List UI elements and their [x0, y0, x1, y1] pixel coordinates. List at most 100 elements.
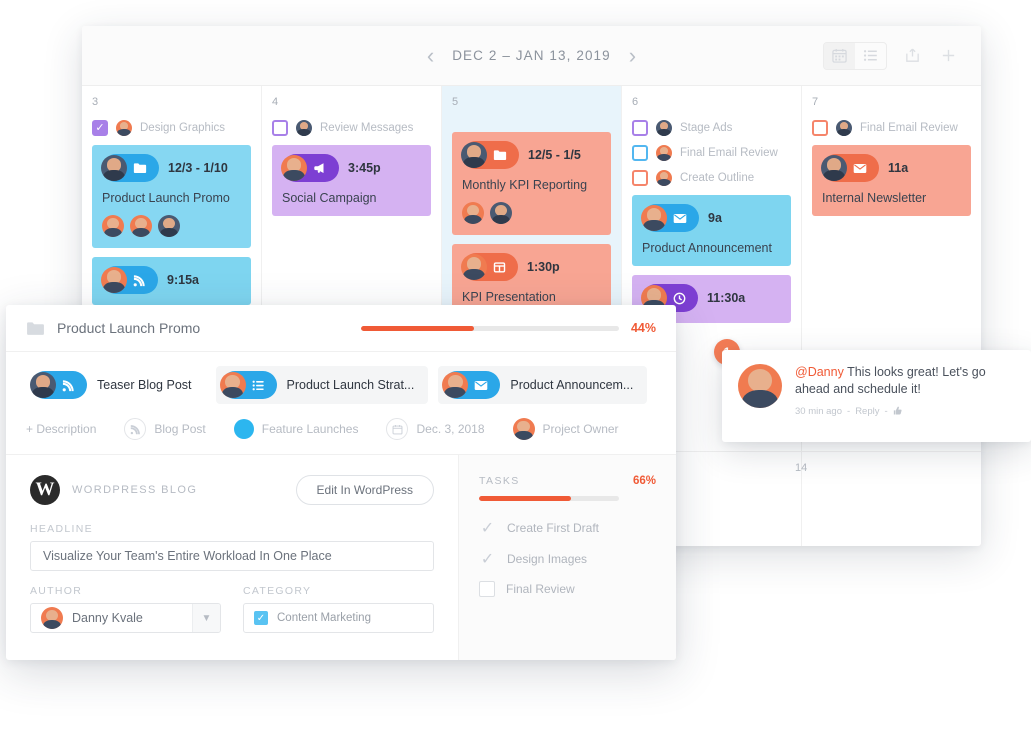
- day-number: 7: [812, 96, 819, 108]
- day-number: 3: [92, 96, 99, 108]
- subtask-chip[interactable]: Product Announcem...: [438, 366, 648, 404]
- avatar: [656, 120, 672, 136]
- plus-icon: [940, 47, 957, 64]
- task-item[interactable]: ✓ Create First Draft: [479, 519, 656, 537]
- check-icon[interactable]: ✓: [479, 550, 496, 568]
- author-select[interactable]: Danny Kvale ▼: [30, 603, 221, 633]
- share-button[interactable]: [901, 45, 923, 67]
- todo-checkbox[interactable]: [92, 120, 108, 136]
- comment-popup: @Danny This looks great! Let's go ahead …: [722, 350, 1031, 442]
- chip-label: Product Launch Strat...: [286, 378, 415, 392]
- chevron-down-icon[interactable]: ▼: [192, 604, 220, 632]
- todo-item[interactable]: Final Email Review: [812, 120, 971, 136]
- view-toggle-group: [823, 41, 887, 70]
- clock-icon: [673, 292, 686, 305]
- subtask-chip-row: Teaser Blog Post Product Launch Strat...: [6, 352, 676, 404]
- event-card[interactable]: 9:15a: [92, 257, 251, 305]
- detail-meta-row: + Description Blog Post Feature Launches…: [6, 404, 676, 454]
- meta-project-owner[interactable]: Project Owner: [512, 418, 619, 440]
- rss-icon: [133, 274, 146, 287]
- event-card[interactable]: 11a Internal Newsletter: [812, 145, 971, 216]
- day-number: 6: [632, 96, 639, 108]
- event-card[interactable]: 12/3 - 1/10 Product Launch Promo: [92, 145, 251, 248]
- add-description-button[interactable]: + Description: [26, 422, 96, 436]
- avatar: [738, 364, 782, 408]
- tasks-percent: 66%: [632, 475, 656, 487]
- headline-field: HEADLINE Visualize Your Team's Entire Wo…: [30, 523, 434, 571]
- list-icon: [863, 48, 878, 63]
- event-time: 9a: [708, 211, 722, 225]
- meta-separator: -: [884, 405, 888, 417]
- category-checkbox[interactable]: ✓: [254, 611, 268, 625]
- todo-item[interactable]: Review Messages: [272, 120, 431, 136]
- presentation-icon: [493, 261, 506, 274]
- avatar: [512, 418, 535, 440]
- share-icon: [904, 47, 921, 64]
- todo-item[interactable]: Design Graphics: [92, 120, 251, 136]
- chip-label: Teaser Blog Post: [97, 378, 192, 392]
- todo-label: Final Email Review: [680, 147, 778, 159]
- event-title: Product Launch Promo: [102, 191, 230, 205]
- thumbs-up-icon[interactable]: [893, 406, 903, 416]
- avatar: [116, 120, 132, 136]
- tasks-header: TASKS 66%: [479, 475, 656, 487]
- event-pill: [281, 154, 339, 182]
- calendar-view-button[interactable]: [824, 42, 855, 69]
- detail-body: W WORDPRESS BLOG Edit In WordPress HEADL…: [6, 454, 676, 660]
- event-header: 9:15a: [101, 266, 241, 294]
- avatar: [41, 607, 63, 629]
- task-item[interactable]: Final Review: [479, 581, 656, 597]
- subtask-chip[interactable]: Product Launch Strat...: [215, 366, 429, 404]
- todo-checkbox[interactable]: [272, 120, 288, 136]
- meta-feature-launches[interactable]: Feature Launches: [233, 419, 358, 439]
- event-avatars: [102, 215, 241, 237]
- check-icon[interactable]: ✓: [479, 519, 496, 537]
- subtask-chip[interactable]: Teaser Blog Post: [26, 366, 206, 404]
- chip-label: Product Announcem...: [510, 378, 634, 392]
- wordpress-label: WORDPRESS BLOG: [72, 484, 198, 496]
- progress-bar: [360, 325, 619, 331]
- meta-blog-post[interactable]: Blog Post: [124, 418, 206, 440]
- comment-mention[interactable]: @Danny: [795, 365, 844, 379]
- todo-checkbox[interactable]: [812, 120, 828, 136]
- todo-checkbox[interactable]: [632, 120, 648, 136]
- event-pill: [641, 204, 699, 232]
- event-card[interactable]: 12/5 - 1/5 Monthly KPI Reporting: [452, 132, 611, 235]
- add-button[interactable]: [937, 45, 959, 67]
- todo-item[interactable]: Stage Ads: [632, 120, 791, 136]
- event-card[interactable]: 9a Product Announcement: [632, 195, 791, 266]
- day-number: 4: [272, 96, 279, 108]
- category-input[interactable]: ✓ Content Marketing: [243, 603, 434, 633]
- avatar: [656, 145, 672, 161]
- todo-item[interactable]: Final Email Review: [632, 145, 791, 161]
- task-checkbox[interactable]: [479, 581, 495, 597]
- todo-label: Review Messages: [320, 122, 414, 134]
- detail-progress: 44%: [360, 321, 656, 335]
- day-column-7: 7 Final Email Review 11a Internal Newsle…: [802, 86, 981, 546]
- avatar: [130, 215, 152, 237]
- event-pill: [461, 253, 518, 281]
- todo-label: Stage Ads: [680, 122, 733, 134]
- calendar-toolbar: [823, 41, 959, 70]
- author-label: AUTHOR: [30, 585, 83, 597]
- chip-pill: [442, 371, 501, 399]
- comment-reply-link[interactable]: Reply: [855, 406, 879, 417]
- todo-item[interactable]: Create Outline: [632, 170, 791, 186]
- headline-input[interactable]: Visualize Your Team's Entire Workload In…: [30, 541, 434, 571]
- todo-checkbox[interactable]: [632, 145, 648, 161]
- event-time: 3:45p: [348, 161, 381, 175]
- edit-in-wordpress-button[interactable]: Edit In WordPress: [295, 475, 434, 505]
- avatar: [461, 254, 487, 280]
- prev-period-button[interactable]: ‹: [427, 44, 434, 67]
- list-view-button[interactable]: [855, 43, 886, 69]
- event-card[interactable]: 3:45p Social Campaign: [272, 145, 431, 216]
- meta-due-date[interactable]: Dec. 3, 2018: [386, 418, 485, 440]
- todo-checkbox[interactable]: [632, 170, 648, 186]
- wordpress-header: W WORDPRESS BLOG Edit In WordPress: [30, 475, 434, 505]
- meta-label: Project Owner: [542, 422, 619, 436]
- task-item[interactable]: ✓ Design Images: [479, 550, 656, 568]
- avatar: [442, 372, 469, 398]
- comment-meta: 30 min ago - Reply -: [795, 406, 1015, 417]
- progress-percent: 44%: [630, 321, 656, 335]
- next-period-button[interactable]: ›: [629, 44, 636, 67]
